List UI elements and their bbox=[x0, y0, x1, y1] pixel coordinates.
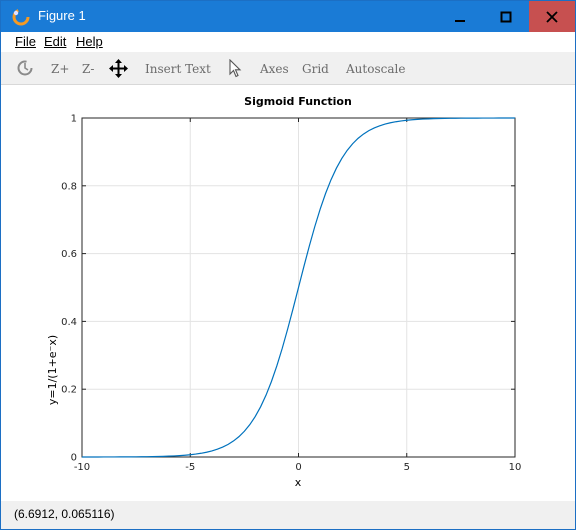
x-tick-label: 10 bbox=[509, 462, 522, 473]
toolbar: Z+ Z- Insert Text Axes Grid Autoscale bbox=[1, 54, 575, 85]
octave-app-icon bbox=[12, 8, 30, 26]
y-tick-label: 1 bbox=[71, 114, 77, 125]
chart-title: Sigmoid Function bbox=[244, 95, 352, 108]
figure-window: Figure 1 File Edit Help Z+ Z- Insert Tex… bbox=[0, 0, 576, 530]
y-tick-label: 0 bbox=[71, 453, 77, 464]
cursor-icon[interactable] bbox=[229, 59, 243, 78]
window-title: Figure 1 bbox=[38, 8, 86, 23]
minimize-icon bbox=[455, 19, 465, 22]
status-bar: (6.6912, 0.065116) bbox=[1, 501, 575, 529]
menu-file[interactable]: File bbox=[15, 34, 36, 49]
y-tick-label: 0.4 bbox=[61, 317, 77, 328]
axes-button[interactable]: Axes bbox=[260, 62, 289, 76]
zoom-out-button[interactable]: Z- bbox=[82, 62, 94, 76]
x-tick-label: 0 bbox=[295, 462, 301, 473]
plot-canvas[interactable]: Sigmoid Function x y=1/(1+e⁻x) -10 -5 0 5 10… bbox=[1, 85, 575, 501]
menu-file-label: File bbox=[15, 34, 36, 49]
x-tick-label: -5 bbox=[185, 462, 195, 473]
x-axis-label: x bbox=[295, 476, 302, 489]
grid-button[interactable]: Grid bbox=[302, 62, 329, 76]
minimize-button[interactable] bbox=[437, 1, 483, 32]
menu-edit[interactable]: Edit bbox=[44, 34, 66, 49]
cursor-coordinates: (6.6912, 0.065116) bbox=[14, 507, 115, 521]
y-tick-label: 0.8 bbox=[61, 181, 77, 192]
menu-bar: File Edit Help bbox=[1, 32, 575, 52]
sigmoid-chart: Sigmoid Function x y=1/(1+e⁻x) -10 -5 0 5 10… bbox=[46, 95, 522, 489]
close-icon bbox=[546, 10, 558, 23]
y-axis-label: y=1/(1+e⁻x) bbox=[46, 335, 59, 405]
title-bar[interactable]: Figure 1 bbox=[1, 1, 575, 32]
close-button[interactable] bbox=[529, 1, 575, 32]
y-tick-label: 0.6 bbox=[61, 249, 77, 260]
maximize-button[interactable] bbox=[483, 1, 529, 32]
menu-help[interactable]: Help bbox=[76, 34, 103, 49]
x-tick-label: -10 bbox=[74, 462, 90, 473]
pan-icon[interactable] bbox=[109, 59, 128, 78]
zoom-in-button[interactable]: Z+ bbox=[51, 62, 69, 76]
menu-help-label: Help bbox=[76, 34, 103, 49]
y-tick-label: 0.2 bbox=[61, 385, 77, 396]
maximize-icon bbox=[500, 11, 512, 22]
x-tick-label: 5 bbox=[404, 462, 410, 473]
menu-edit-label: Edit bbox=[44, 34, 67, 49]
autoscale-button[interactable]: Autoscale bbox=[346, 62, 405, 76]
rotate-icon[interactable] bbox=[16, 59, 34, 77]
insert-text-button[interactable]: Insert Text bbox=[145, 62, 211, 76]
